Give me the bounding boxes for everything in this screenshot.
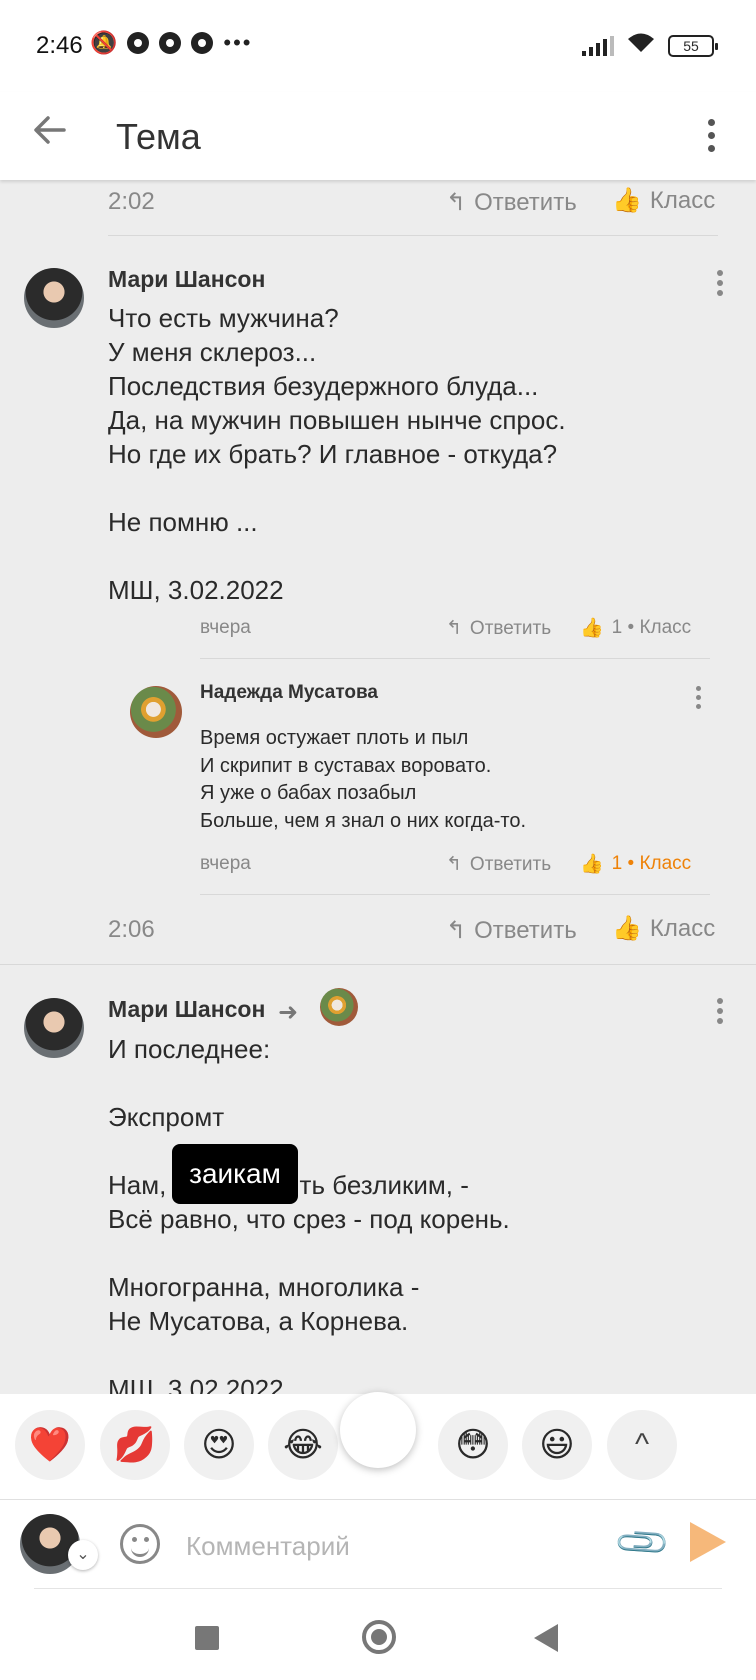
recent-apps-icon[interactable] [195,1626,219,1650]
comment-time: вчера [200,617,251,638]
status-time: 2:46 [36,32,83,59]
wifi-icon [626,32,656,59]
status-system-icons: 55 [582,32,718,59]
emoji-heart-button[interactable]: ❤️ [15,1410,85,1480]
reply-icon: ↰ [446,854,462,875]
class-button-active[interactable]: 👍 1 • Класс [580,852,691,876]
status-notification-icons: 🔕 ••• [90,32,253,54]
nav-back-icon[interactable] [534,1624,558,1652]
divider [200,894,710,895]
comment-text: Что есть мужчина? У меня склероз... Посл… [108,303,566,605]
selected-word-tooltip: заикам [172,1144,298,1204]
battery-icon: 55 [668,34,718,57]
class-button[interactable]: 👍 Класс [612,914,715,943]
attach-icon[interactable]: 📎 [612,1512,673,1573]
home-icon[interactable] [362,1620,396,1654]
class-button[interactable]: 👍 Класс [612,186,715,215]
comment-menu-icon[interactable] [712,998,728,1024]
smile-icon[interactable] [120,1524,160,1564]
touch-indicator [340,1392,416,1468]
reply-icon: ↰ [446,189,467,216]
avatar[interactable] [24,268,84,328]
thumbs-up-icon: 👍 [580,854,604,875]
divider [0,964,756,965]
divider [34,1588,722,1589]
comment-text: И последнее: Экспромт Нам, заикам быть б… [108,1034,510,1394]
send-icon[interactable] [690,1522,726,1562]
thumbs-up-icon: 👍 [612,187,642,214]
author-name[interactable]: Мари Шансон [108,266,265,293]
chevron-down-icon[interactable]: ⌄ [68,1540,98,1570]
avatar[interactable] [24,998,84,1058]
comments-feed[interactable]: 2:02 ↰ Ответить 👍 Класс Мари Шансон Что ес… [0,180,756,1394]
more-notifications-icon: ••• [223,30,253,55]
comment-composer: ⌄ 📎 [0,1500,756,1590]
comment-time: 2:06 [108,916,155,943]
reply-icon: ↰ [446,917,467,944]
comment-menu-icon[interactable] [712,270,728,296]
emoji-smile-button[interactable]: 😃 [522,1410,592,1480]
status-bar: 2:46 🔕 ••• 55 [0,0,756,92]
back-arrow-icon[interactable] [30,110,80,160]
system-nav-bar [0,1590,756,1680]
comment-time: 2:02 [108,188,155,215]
comment-menu-icon[interactable] [690,686,706,709]
author-name[interactable]: Надежда Мусатова [200,682,378,704]
comment-time: вчера [200,853,251,874]
chrome-icon [127,32,150,54]
divider [108,235,718,236]
avatar[interactable] [130,686,182,738]
emoji-heart-eyes-button[interactable]: 😍 [184,1410,254,1480]
thumbs-up-icon: 👍 [612,915,642,942]
chrome-icon [159,32,182,54]
reply-to-arrow-icon: ➜ [278,999,299,1026]
reply-icon: ↰ [446,618,462,639]
reply-button[interactable]: ↰ Ответить [446,916,577,945]
emoji-laughing-button[interactable]: 😂 [268,1410,338,1480]
emoji-flushed-button[interactable]: 😳 [438,1410,508,1480]
reply-button[interactable]: ↰ Ответить [446,853,551,876]
comment-input[interactable] [186,1524,606,1568]
reply-to-avatar[interactable] [320,988,358,1026]
chrome-icon [191,32,214,54]
signal-icon [582,35,614,56]
thumbs-up-icon: 👍 [580,618,604,639]
reply-button[interactable]: ↰ Ответить [446,617,551,640]
app-bar: Тема [0,92,756,180]
comment-text: Время остужает плоть и пыл И скрипит в с… [200,727,526,832]
reply-button[interactable]: ↰ Ответить [446,188,577,217]
more-options-icon[interactable] [696,110,726,160]
page-title: Тема [116,116,201,157]
class-button[interactable]: 👍 1 • Класс [580,616,691,640]
divider [200,658,710,659]
emoji-kiss-button[interactable]: 💋 [100,1410,170,1480]
author-name[interactable]: Мари Шансон [108,996,265,1023]
bell-off-icon: 🔕 [90,30,118,55]
expand-chevron-button[interactable]: ^ [607,1410,677,1480]
